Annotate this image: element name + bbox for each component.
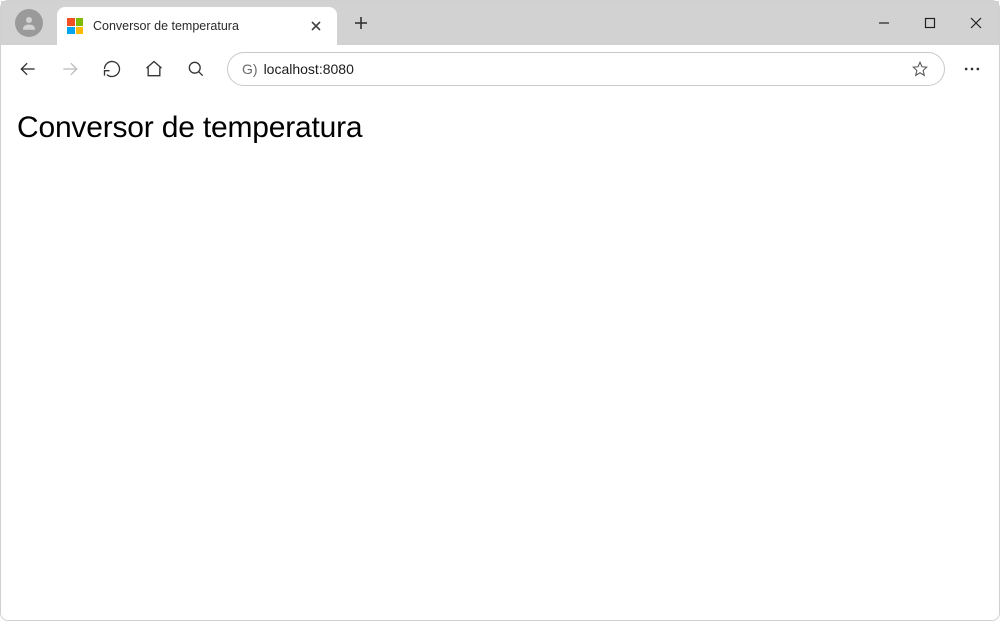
favorite-button[interactable]: [906, 55, 934, 83]
address-url[interactable]: localhost:8080: [264, 61, 906, 77]
home-icon: [144, 59, 164, 79]
back-button[interactable]: [9, 50, 47, 88]
minimize-button[interactable]: [861, 1, 907, 45]
page-content: Conversor de temperatura: [1, 93, 999, 163]
address-prefix: G): [242, 61, 258, 77]
page-heading: Conversor de temperatura: [17, 111, 983, 145]
address-bar[interactable]: G) localhost:8080: [227, 52, 945, 86]
arrow-right-icon: [60, 59, 80, 79]
close-icon: [311, 21, 321, 31]
new-tab-button[interactable]: [345, 1, 377, 45]
plus-icon: [354, 16, 368, 30]
refresh-icon: [102, 59, 122, 79]
arrow-left-icon: [18, 59, 38, 79]
window-controls: [861, 1, 999, 45]
star-icon: [911, 60, 929, 78]
browser-tab[interactable]: Conversor de temperatura: [57, 7, 337, 45]
home-button[interactable]: [135, 50, 173, 88]
titlebar: Conversor de temperatura: [1, 1, 999, 45]
maximize-button[interactable]: [907, 1, 953, 45]
tab-title: Conversor de temperatura: [93, 19, 305, 33]
close-window-button[interactable]: [953, 1, 999, 45]
refresh-button[interactable]: [93, 50, 131, 88]
tab-close-button[interactable]: [305, 15, 327, 37]
search-button[interactable]: [177, 50, 215, 88]
maximize-icon: [924, 17, 936, 29]
search-icon: [186, 59, 206, 79]
profile-button[interactable]: [15, 9, 43, 37]
more-button[interactable]: [953, 50, 991, 88]
microsoft-favicon-icon: [67, 18, 83, 34]
toolbar: G) localhost:8080: [1, 45, 999, 93]
profile-icon: [20, 14, 38, 32]
ellipsis-icon: [962, 59, 982, 79]
minimize-icon: [878, 17, 890, 29]
forward-button: [51, 50, 89, 88]
close-icon: [970, 17, 982, 29]
titlebar-left: [1, 1, 57, 45]
